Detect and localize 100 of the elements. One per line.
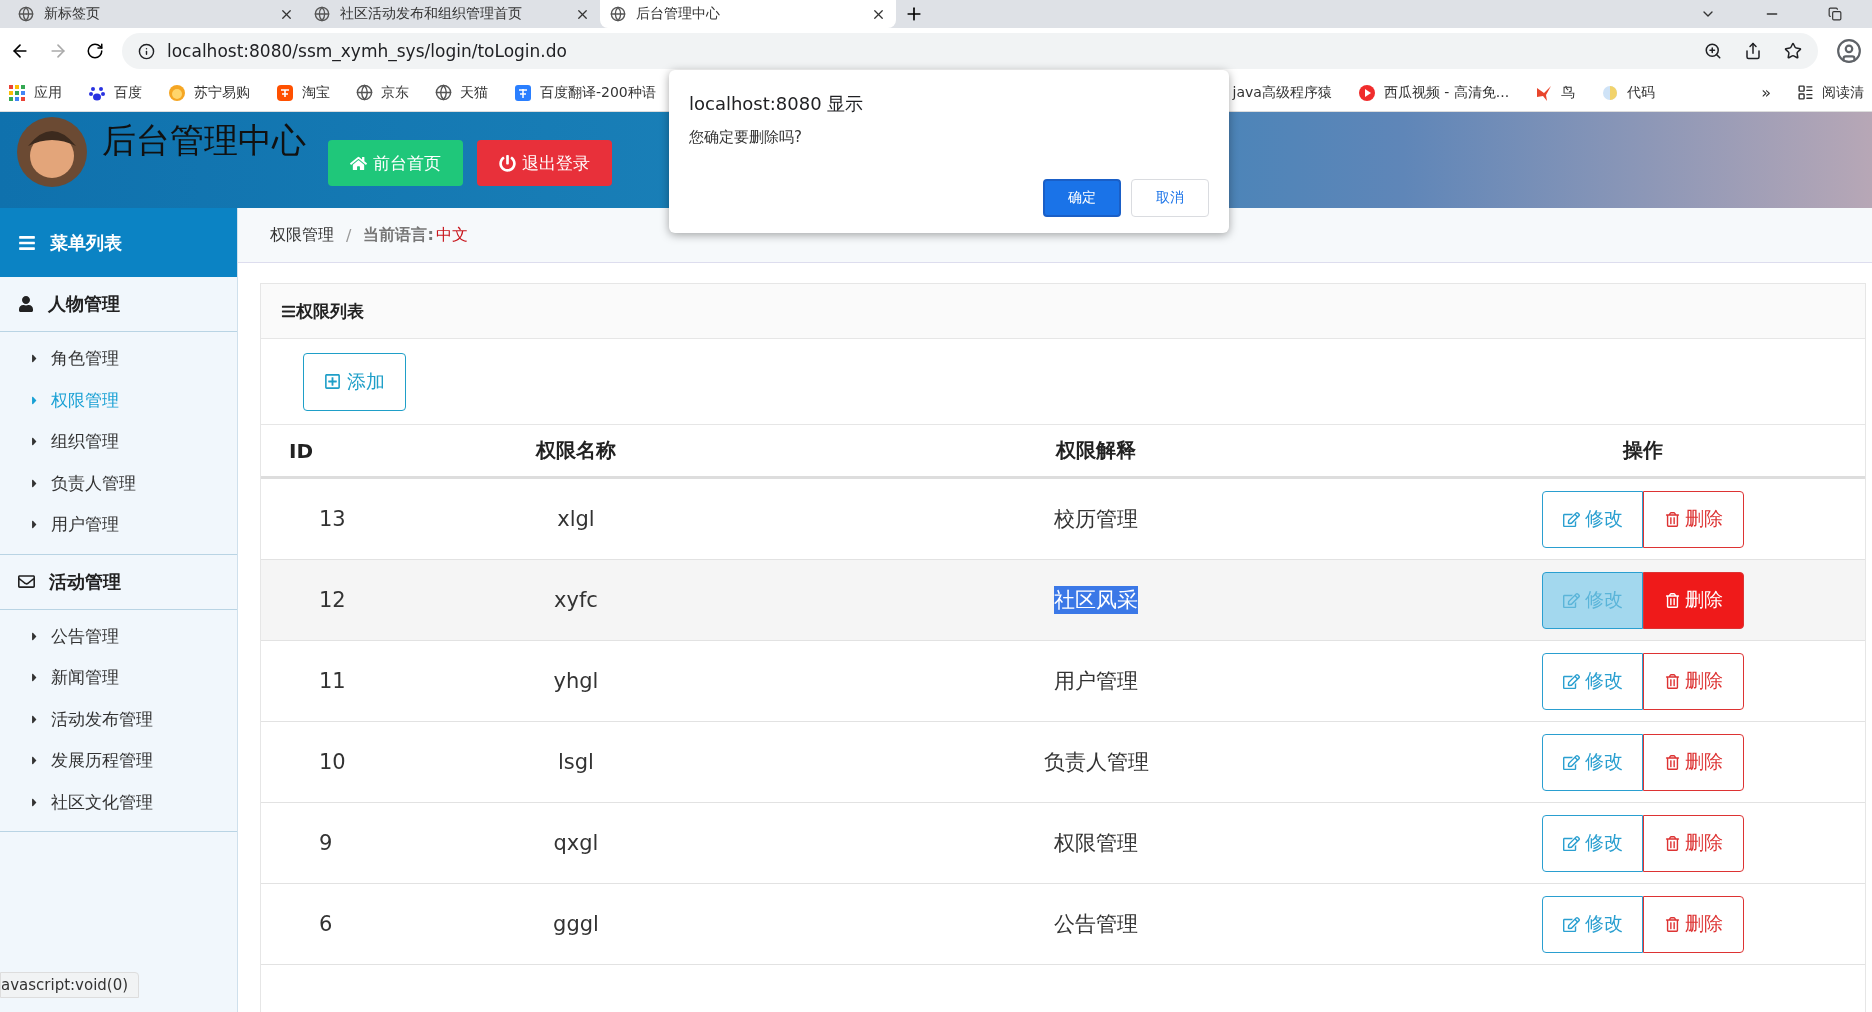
bookmark-label: 苏宁易购 — [194, 83, 250, 102]
table-cell-text: 校历管理 — [1054, 506, 1138, 533]
table-cell: gggl — [553, 912, 599, 936]
table-cell-text: 13 — [318, 507, 346, 531]
share-icon[interactable] — [1744, 42, 1762, 60]
column-header: 权限名称 — [534, 437, 617, 464]
restore-icon[interactable] — [1828, 7, 1842, 21]
bookmark-label: 淘宝 — [302, 83, 330, 102]
menu-item[interactable]: 公告管理 — [0, 615, 237, 657]
bookmark-label: 百度 — [114, 83, 142, 102]
confirm-button[interactable]: 确定 — [1043, 179, 1121, 217]
table-cell-text: 用户管理 — [1054, 668, 1138, 695]
envelope-icon — [18, 573, 35, 590]
table-cell-text: 6 — [318, 912, 333, 936]
bookmark-item[interactable]: 鸟 — [1535, 83, 1576, 102]
column-header: 操作 — [1621, 437, 1664, 464]
menu-item[interactable]: 社区文化管理 — [0, 781, 237, 823]
edit-icon — [1562, 753, 1580, 771]
apps-grid-icon — [8, 83, 26, 102]
table-cell: xyfc — [554, 588, 598, 612]
menu-icon — [18, 233, 36, 252]
trash-icon — [1664, 835, 1680, 851]
bookmark-label: 京东 — [381, 83, 409, 102]
delete-button[interactable]: 删除 — [1643, 814, 1744, 872]
delete-button[interactable]: 删除 — [1643, 571, 1744, 629]
column-header: 权限解释 — [1054, 437, 1137, 464]
info-icon — [138, 42, 155, 60]
menu-item[interactable]: 负责人管理 — [0, 462, 237, 504]
menu-item[interactable]: 发展历程管理 — [0, 740, 237, 782]
bookmark-item[interactable]: 应用 — [8, 83, 62, 102]
menu-group-header[interactable]: 活动管理 — [0, 554, 237, 610]
edit-icon — [1562, 591, 1580, 609]
bookmark-label: 阅读清 — [1822, 83, 1864, 102]
zoom-icon[interactable] — [1704, 42, 1722, 60]
trash-icon — [1664, 673, 1680, 689]
delete-button[interactable]: 删除 — [1643, 652, 1744, 710]
more-bookmarks[interactable]: » — [1761, 83, 1771, 102]
browser-tab[interactable]: 新标签页 — [8, 0, 304, 28]
bookmark-item[interactable]: 代码 — [1601, 83, 1656, 102]
edit-icon — [1562, 834, 1580, 852]
table-cell: yhgl — [553, 669, 599, 693]
bookmark-item[interactable]: 百度 — [88, 83, 142, 102]
menu-item[interactable]: 新闻管理 — [0, 657, 237, 699]
bookmark-label: 百度翻译-200种语 — [540, 83, 656, 102]
menu-item[interactable]: 角色管理 — [0, 338, 237, 380]
bookmark-item[interactable]: 淘宝 — [276, 83, 330, 102]
dialog-message: 您确定要删除吗? — [689, 128, 803, 147]
header-title: 后台管理中心 — [102, 119, 306, 162]
delete-button[interactable]: 删除 — [1643, 490, 1744, 548]
trash-icon — [1664, 754, 1680, 770]
bookmark-label: 天猫 — [460, 83, 488, 102]
bookmark-item[interactable]: 苏宁易购 — [168, 83, 250, 102]
bookmark-label: 西瓜视频 - 高清免... — [1383, 83, 1510, 102]
tab-title: 社区活动发布和组织管理首页 — [340, 5, 523, 23]
browser-tab[interactable]: 后台管理中心 — [600, 0, 896, 28]
menu-item[interactable]: 用户管理 — [0, 504, 237, 546]
bookmark-item[interactable]: 天猫 — [435, 83, 488, 102]
taobao-icon — [276, 83, 294, 102]
cancel-button[interactable]: 取消 — [1131, 179, 1209, 217]
menu-item[interactable]: 活动发布管理 — [0, 698, 237, 740]
tab-title: 新标签页 — [44, 5, 101, 23]
address-bar[interactable]: localhost:8080/ssm_xymh_sys/login/toLogin.do — [122, 33, 1818, 69]
panel-title: 权限列表 — [296, 299, 364, 323]
bookmark-item[interactable]: 西瓜视频 - 高清免... — [1357, 83, 1510, 102]
delete-button[interactable]: 删除 — [1643, 733, 1744, 791]
table-cell: 社区风采 — [1054, 586, 1138, 614]
table-cell: xlgl — [557, 507, 595, 531]
profile-icon[interactable] — [1836, 38, 1862, 64]
reading-list[interactable]: 阅读清 — [1797, 83, 1864, 102]
star-icon[interactable] — [1784, 42, 1802, 60]
menu-group-title: 活动管理 — [49, 569, 121, 594]
bookmark-item[interactable]: 百度翻译-200种语 — [514, 83, 656, 102]
delete-button[interactable]: 删除 — [1643, 895, 1744, 953]
play-icon — [1357, 83, 1376, 102]
edit-icon — [1562, 915, 1580, 933]
breadcrumb-item: 权限管理 — [270, 224, 334, 246]
reload-icon[interactable] — [86, 42, 104, 60]
list-icon — [281, 303, 296, 319]
menu-heading-text: 菜单列表 — [50, 230, 122, 255]
translate-icon — [514, 83, 532, 102]
menu-item[interactable]: 组织管理 — [0, 421, 237, 463]
menu-group-title: 人物管理 — [48, 292, 120, 316]
power-icon — [499, 154, 516, 172]
globe-icon — [314, 6, 330, 22]
tab-title: 后台管理中心 — [636, 5, 721, 23]
language-value: 中文 — [435, 224, 468, 246]
bookmark-item[interactable]: java高级程序猿 — [1232, 83, 1332, 102]
table-cell-text: 10 — [318, 750, 346, 774]
trash-icon — [1664, 916, 1680, 932]
browser-tab[interactable]: 社区活动发布和组织管理首页 — [304, 0, 600, 28]
url-text: localhost:8080/ssm_xymh_sys/login/toLogin.do — [167, 41, 567, 61]
table-cell: qxgl — [553, 831, 599, 855]
bookmark-item[interactable]: 京东 — [356, 83, 409, 102]
globe-icon — [435, 84, 452, 101]
trash-icon — [1664, 511, 1680, 527]
bookmark-label: 代码 — [1627, 83, 1656, 102]
table-cell-text: 9 — [318, 831, 333, 855]
logout-button[interactable]: 退出登录 — [477, 140, 612, 186]
menu-group-header[interactable]: 人物管理 — [0, 277, 237, 332]
table-cell-text: 11 — [318, 669, 346, 693]
